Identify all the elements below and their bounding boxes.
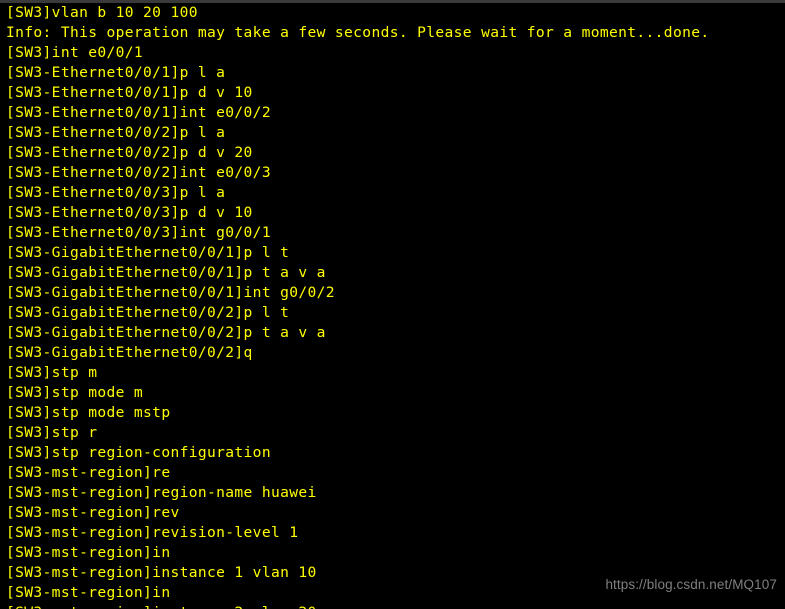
terminal-line: [SW3-mst-region]rev — [6, 504, 180, 521]
terminal-line: [SW3]int e0/0/1 — [6, 44, 144, 61]
terminal-line: [SW3-Ethernet0/0/3]p l a — [6, 184, 226, 201]
terminal-line: [SW3]stp mode m — [6, 384, 144, 401]
terminal-line: [SW3]stp mode mstp — [6, 404, 171, 421]
terminal-output-area[interactable]: [SW3]vlan b 10 20 100 Info: This operatio… — [0, 3, 785, 609]
terminal-line: [SW3-GigabitEthernet0/0/1]p l t — [6, 244, 290, 261]
terminal-line: [SW3-mst-region]re — [6, 464, 171, 481]
terminal-line: [SW3]stp r — [6, 424, 98, 441]
terminal-line: [SW3-Ethernet0/0/2]int e0/0/3 — [6, 164, 271, 181]
terminal-line: [SW3-GigabitEthernet0/0/2]p t a v a — [6, 324, 326, 341]
terminal-line: [SW3-Ethernet0/0/1]p d v 10 — [6, 84, 253, 101]
terminal-line: [SW3-Ethernet0/0/2]p d v 20 — [6, 144, 253, 161]
terminal-line: Info: This operation may take a few seco… — [6, 24, 710, 41]
terminal-line: [SW3-Ethernet0/0/1]p l a — [6, 64, 226, 81]
terminal-line: [SW3-Ethernet0/0/3]p d v 10 — [6, 204, 253, 221]
terminal-line: [SW3-GigabitEthernet0/0/1]int g0/0/2 — [6, 284, 335, 301]
terminal-line: [SW3-mst-region]region-name huawei — [6, 484, 317, 501]
terminal-line: [SW3-mst-region]in — [6, 584, 171, 601]
terminal-line: [SW3-Ethernet0/0/3]int g0/0/1 — [6, 224, 271, 241]
window-chrome-strip — [0, 0, 785, 3]
terminal-line: [SW3-mst-region]in — [6, 544, 171, 561]
terminal-line: [SW3-GigabitEthernet0/0/2]q — [6, 344, 253, 361]
terminal-line: [SW3-mst-region]instance 1 vlan 10 — [6, 564, 317, 581]
terminal-line: [SW3-GigabitEthernet0/0/2]p l t — [6, 304, 290, 321]
terminal-line: [SW3-mst-region]instance 2 vlan 20 — [0, 603, 785, 609]
terminal-window[interactable]: [SW3]vlan b 10 20 100 Info: This operatio… — [0, 0, 785, 609]
terminal-line: [SW3]vlan b 10 20 100 — [6, 4, 198, 21]
terminal-line: [SW3-mst-region]revision-level 1 — [6, 524, 299, 541]
terminal-line: [SW3-Ethernet0/0/2]p l a — [6, 124, 226, 141]
terminal-line: [SW3]stp region-configuration — [6, 444, 271, 461]
terminal-line: [SW3-Ethernet0/0/1]int e0/0/2 — [6, 104, 271, 121]
terminal-line: [SW3-GigabitEthernet0/0/1]p t a v a — [6, 264, 326, 281]
terminal-line: [SW3]stp m — [6, 364, 98, 381]
